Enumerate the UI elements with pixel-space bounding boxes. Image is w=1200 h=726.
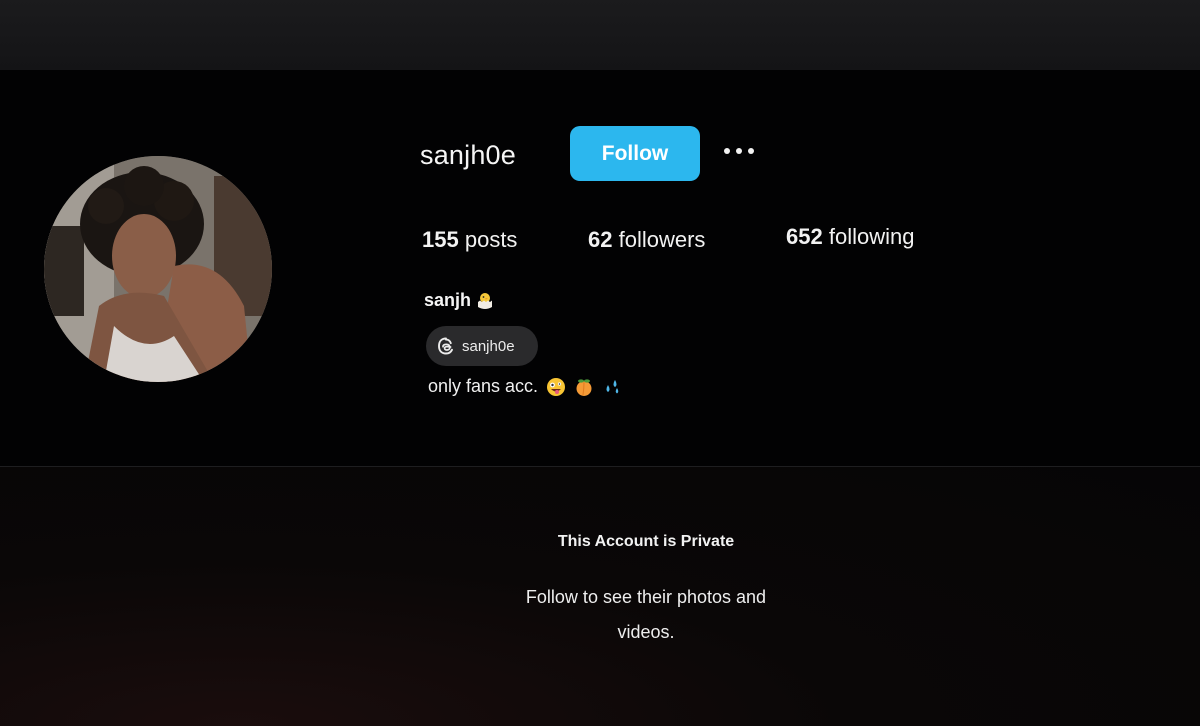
top-bar [0,0,1200,70]
private-account-title: This Account is Private [557,533,735,550]
profile-username: sanjh0e [420,140,516,170]
avatar-image [44,156,272,382]
posts-count: 155 [422,227,459,252]
zany-face-icon [546,377,566,397]
bio-text: only fans acc. [428,376,539,396]
following-label: following [828,224,915,249]
display-name-text: sanjh [424,290,472,310]
threads-handle: sanjh0e [462,337,515,355]
display-name: sanjh [424,290,495,311]
posts-label: posts [464,227,518,252]
dot [724,148,730,154]
follow-button[interactable]: Follow [570,126,700,181]
bio: only fans acc. [428,376,622,397]
dot [748,148,754,154]
sweat-droplets-icon [602,377,622,397]
following-count: 652 [786,224,823,249]
followers-label: followers [618,227,706,252]
hatching-chick-icon [475,291,495,311]
avatar[interactable] [44,156,272,382]
peach-icon [574,377,594,397]
followers-stat[interactable]: 62 followers [588,227,705,253]
threads-icon [438,337,453,355]
following-stat[interactable]: 652 following [786,224,914,250]
dot [736,148,742,154]
posts-stat: 155 posts [422,227,517,253]
more-options-icon[interactable] [716,138,762,164]
followers-count: 62 [588,227,613,252]
threads-link[interactable]: sanjh0e [426,326,538,366]
private-account-description: Follow to see their photos and videos. [525,587,767,642]
